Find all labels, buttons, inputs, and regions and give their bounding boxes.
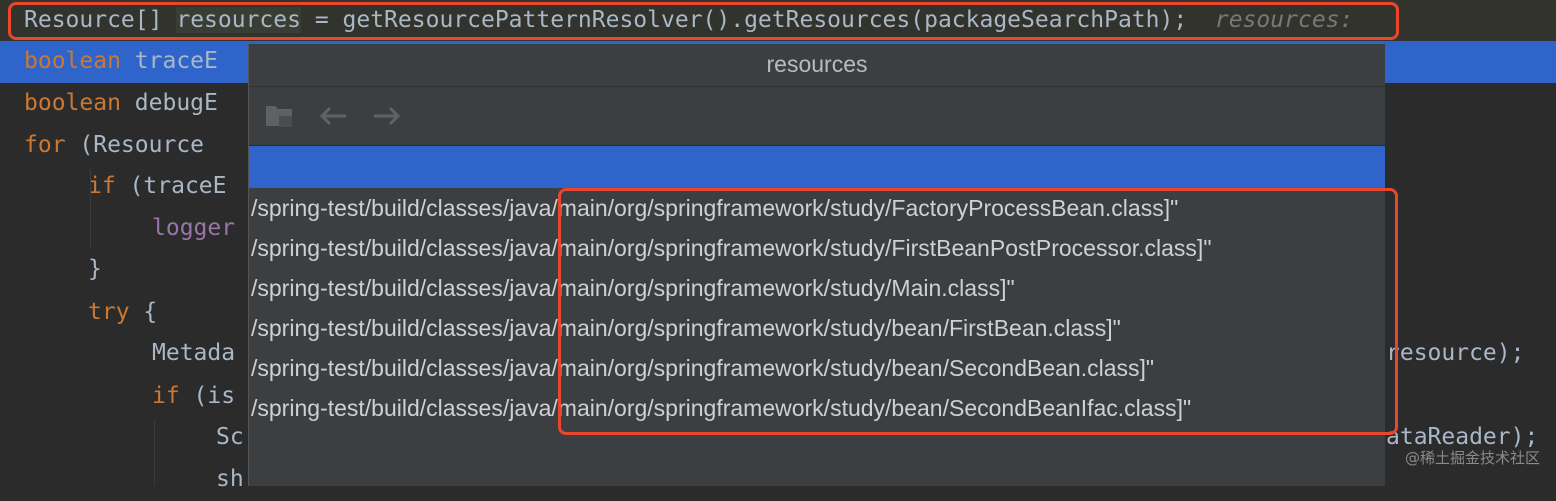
list-item[interactable]: /spring-test/build/classes/java/main/org… xyxy=(249,188,1385,228)
keyword: boolean xyxy=(24,48,121,74)
code-text: (is xyxy=(179,383,236,409)
code-text: Metada xyxy=(152,340,236,366)
list-item[interactable]: /spring-test/build/classes/java/main/org… xyxy=(249,348,1385,388)
code-text: (Resource xyxy=(65,132,205,158)
code-variable: resources xyxy=(176,7,301,33)
keyword: if xyxy=(88,173,116,199)
keyword: if xyxy=(152,383,180,409)
code-type: Resource[] xyxy=(24,7,163,33)
code-text: sh xyxy=(216,466,244,492)
code-line-11[interactable]: Sc xyxy=(0,417,244,459)
watermark: @稀土掘金技术社区 xyxy=(1404,449,1540,467)
code-text: { xyxy=(129,299,158,325)
code-text: (traceE xyxy=(115,173,227,199)
keyword: try xyxy=(88,299,130,325)
code-line-1[interactable]: Resource[] resources = getResourcePatter… xyxy=(0,0,1556,42)
code-identifier: logger xyxy=(152,215,236,241)
code-line-4[interactable]: for (Resource xyxy=(0,125,204,167)
code-line-12[interactable]: sh xyxy=(0,459,244,501)
code-line-3[interactable]: boolean debugE xyxy=(0,83,218,125)
inlay-hint: resources: xyxy=(1214,7,1354,33)
list-item[interactable]: /spring-test/build/classes/java/main/org… xyxy=(249,268,1385,308)
code-text: = getResourcePatternResolver().getResour… xyxy=(300,7,1188,33)
keyword: boolean xyxy=(24,90,121,116)
code-line-9[interactable]: Metada xyxy=(0,333,235,375)
list-item[interactable]: /spring-test/build/classes/java/main/org… xyxy=(249,308,1385,348)
folder-icon[interactable] xyxy=(263,100,295,132)
code-line-5[interactable]: if (traceE xyxy=(0,166,226,208)
back-arrow-icon[interactable] xyxy=(317,100,349,132)
indent-guide xyxy=(90,168,91,248)
popup-title: resources xyxy=(249,44,1385,87)
list-item[interactable]: /spring-test/build/classes/java/main/org… xyxy=(249,228,1385,268)
list-item[interactable]: /spring-test/build/classes/java/main/org… xyxy=(249,388,1385,428)
code-text: debugE xyxy=(120,90,218,116)
keyword: for xyxy=(24,132,66,158)
resource-list: /spring-test/build/classes/java/main/org… xyxy=(249,188,1385,428)
code-line-9-tail: resource); xyxy=(1386,333,1524,375)
forward-arrow-icon[interactable] xyxy=(371,100,403,132)
code-text: } xyxy=(88,256,102,282)
popup-toolbar xyxy=(249,87,1385,146)
code-line-8[interactable]: try { xyxy=(0,292,157,334)
code-text: resource); xyxy=(1386,340,1525,366)
popup-selected-row[interactable] xyxy=(249,146,1385,188)
code-line-6[interactable]: logger xyxy=(0,208,235,250)
code-text: Sc xyxy=(216,424,244,450)
resources-popup[interactable]: resources /spring-test/build/classes/jav… xyxy=(248,44,1385,486)
code-text: traceE xyxy=(120,48,218,74)
code-line-7[interactable]: } xyxy=(0,249,102,291)
code-line-10[interactable]: if (is xyxy=(0,376,235,418)
indent-guide xyxy=(154,420,155,486)
